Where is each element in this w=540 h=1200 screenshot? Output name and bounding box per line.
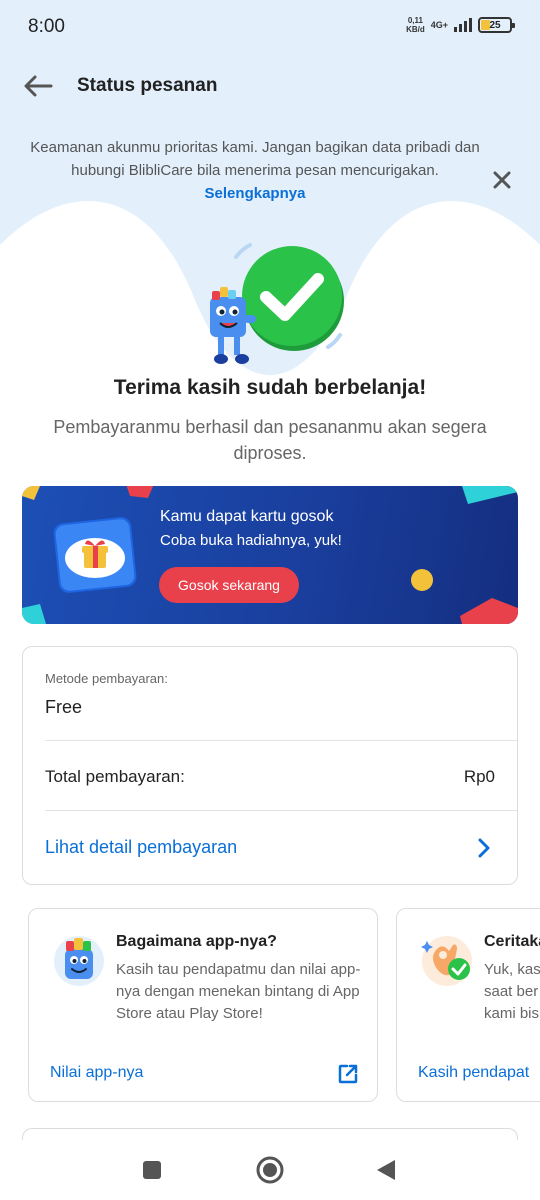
total-payment-label: Total pembayaran:	[45, 767, 185, 786]
system-nav-bar	[0, 1140, 540, 1200]
thanks-title: Terima kasih sudah berbelanja!	[113, 376, 427, 399]
security-notice: Keamanan akunmu prioritas kami. Jangan b…	[30, 136, 480, 205]
payment-detail-link[interactable]: Lihat detail pembayaran	[23, 813, 519, 883]
status-bar: 8:00 0,11 KB/d 4G+ 25	[0, 0, 540, 56]
payment-detail-label: Lihat detail pembayaran	[45, 837, 238, 857]
banner-subtitle: Coba buka hadiahnya, yuk!	[160, 532, 342, 549]
feedback-card: Ceritaka Yuk, kas saat ber kami bis Kasi…	[396, 908, 540, 1102]
network-type: 4G+	[430, 20, 448, 30]
rate-app-card: Bagaimana app-nya? Kasih tau pendapatmu …	[28, 908, 378, 1102]
scratch-card-banner[interactable]: Kamu dapat kartu gosok Coba buka hadiahn…	[22, 486, 518, 624]
close-icon	[493, 171, 511, 189]
gift-card-icon	[53, 517, 137, 593]
payment-method-value: Free	[45, 697, 83, 717]
rate-app-link[interactable]: Nilai app-nya	[50, 1064, 143, 1082]
app-bar: Status pesanan	[0, 60, 540, 112]
rate-app-title: Bagaimana app-nya?	[116, 933, 277, 950]
total-payment-value: Rp0	[463, 767, 495, 786]
recents-button[interactable]	[136, 1154, 168, 1186]
battery-icon: 25	[478, 17, 515, 33]
feedback-title: Ceritaka	[484, 933, 540, 950]
feedback-description: Yuk, kas saat ber kami bis	[484, 961, 540, 1022]
network-speed: 0,11 KB/d	[406, 16, 425, 34]
status-icons: 0,11 KB/d 4G+ 25	[406, 16, 515, 34]
notice-text: Keamanan akunmu prioritas kami. Jangan b…	[30, 139, 480, 179]
payment-summary-card: Metode pembayaran: Free Total pembayaran…	[22, 646, 518, 885]
status-time: 8:00	[28, 16, 65, 37]
back-nav-button[interactable]	[370, 1154, 402, 1186]
banner-title: Kamu dapat kartu gosok	[160, 508, 334, 525]
divider	[45, 740, 517, 741]
external-link-icon[interactable]	[337, 1063, 359, 1085]
home-button[interactable]	[254, 1154, 286, 1186]
chevron-right-icon	[478, 838, 490, 858]
notice-link[interactable]: Selengkapnya	[30, 182, 480, 205]
thanks-subtitle: Pembayaranmu berhasil dan pesananmu akan…	[53, 417, 487, 463]
mascot-icon	[54, 936, 104, 986]
signal-icon	[454, 18, 472, 32]
triangle-back-icon	[377, 1160, 395, 1180]
notice-close-button[interactable]	[488, 166, 516, 194]
page-title: Status pesanan	[77, 75, 218, 96]
ok-hand-icon	[421, 936, 472, 986]
payment-method-label: Metode pembayaran:	[45, 671, 168, 686]
circle-icon	[256, 1156, 284, 1184]
arrow-left-icon	[24, 75, 53, 97]
square-icon	[143, 1161, 161, 1179]
scratch-now-button[interactable]: Gosok sekarang	[159, 567, 299, 603]
feedback-link[interactable]: Kasih pendapat	[418, 1064, 529, 1082]
back-button[interactable]	[20, 70, 56, 102]
rate-app-description: Kasih tau pendapatmu dan nilai app-nya d…	[116, 961, 361, 1022]
success-illustration	[210, 243, 344, 364]
divider	[45, 810, 517, 811]
